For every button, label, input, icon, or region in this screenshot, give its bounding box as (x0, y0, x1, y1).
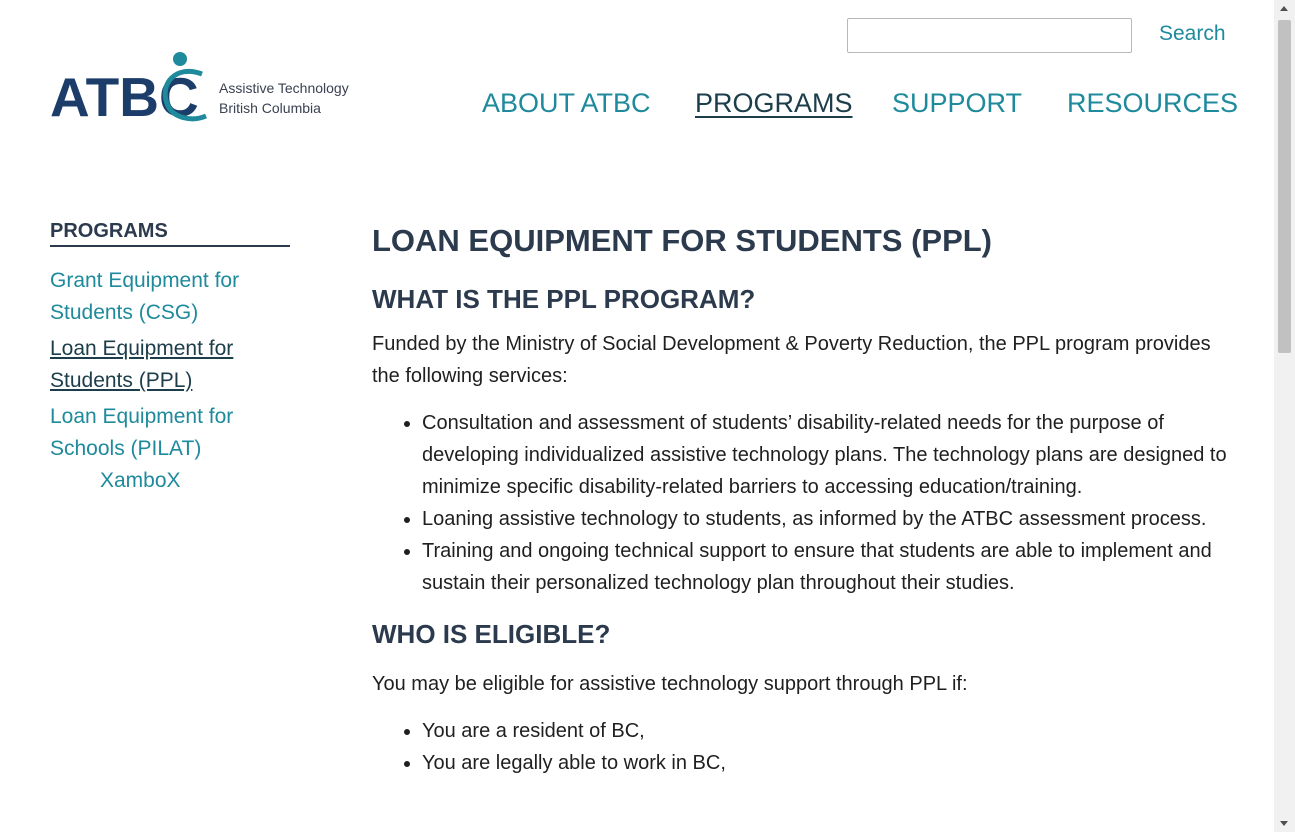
eligibility-intro: You may be eligible for assistive techno… (372, 673, 968, 695)
nav-resources[interactable]: RESOURCES (1067, 88, 1238, 119)
search-button[interactable]: Search (1159, 22, 1226, 46)
main-nav: ABOUT ATBC PROGRAMS SUPPORT RESOURCES (0, 88, 1238, 128)
scroll-thumb[interactable] (1278, 20, 1291, 353)
list-item: Loaning assistive technology to students… (422, 503, 1232, 535)
sidebar-item-loan-pilat[interactable]: Loan Equipment for Schools (PILAT) (50, 401, 290, 465)
page-scrollbar[interactable] (1274, 0, 1295, 832)
sidebar-item-label: Students (CSG) (50, 301, 199, 324)
sidebar-heading: PROGRAMS (50, 220, 290, 247)
list-item: You are legally able to work in BC, (422, 747, 1232, 779)
list-item: Consultation and assessment of students’… (422, 407, 1232, 503)
sidebar-subitem-xambox[interactable]: XamboX (100, 465, 181, 497)
program-services-list: Consultation and assessment of students’… (372, 407, 1232, 599)
sidebar-item-label: Loan Equipment for (50, 337, 234, 360)
nav-support[interactable]: SUPPORT (892, 88, 1022, 119)
list-item: You are a resident of BC, (422, 715, 1232, 747)
eligibility-list: You are a resident of BC, You are legall… (372, 715, 1232, 779)
sidebar-item-label: Grant Equipment for (50, 269, 240, 292)
sidebar-item-grant-csg[interactable]: Grant Equipment for Students (CSG) (50, 265, 290, 329)
main-content: LOAN EQUIPMENT FOR STUDENTS (PPL) WHAT I… (372, 222, 1232, 779)
sidebar-item-label: Loan Equipment for (50, 405, 234, 428)
program-intro: Funded by the Ministry of Social Develop… (372, 333, 1211, 387)
sidebar-item-loan-ppl[interactable]: Loan Equipment for Students (PPL) (50, 333, 290, 397)
sidebar-item-label: Schools (PILAT) (50, 437, 202, 460)
sidebar-item-label: Students (PPL) (50, 369, 193, 392)
nav-about-atbc[interactable]: ABOUT ATBC (482, 88, 651, 119)
page-title: LOAN EQUIPMENT FOR STUDENTS (PPL) (372, 223, 992, 258)
search-input[interactable] (847, 18, 1132, 53)
nav-programs[interactable]: PROGRAMS (695, 88, 853, 119)
section-heading-program: WHAT IS THE PPL PROGRAM? (372, 284, 756, 314)
list-item: Training and ongoing technical support t… (422, 535, 1232, 599)
section-heading-eligibility: WHO IS ELIGIBLE? (372, 619, 611, 649)
scroll-down-icon[interactable] (1280, 821, 1288, 826)
scroll-up-icon[interactable] (1280, 6, 1288, 11)
